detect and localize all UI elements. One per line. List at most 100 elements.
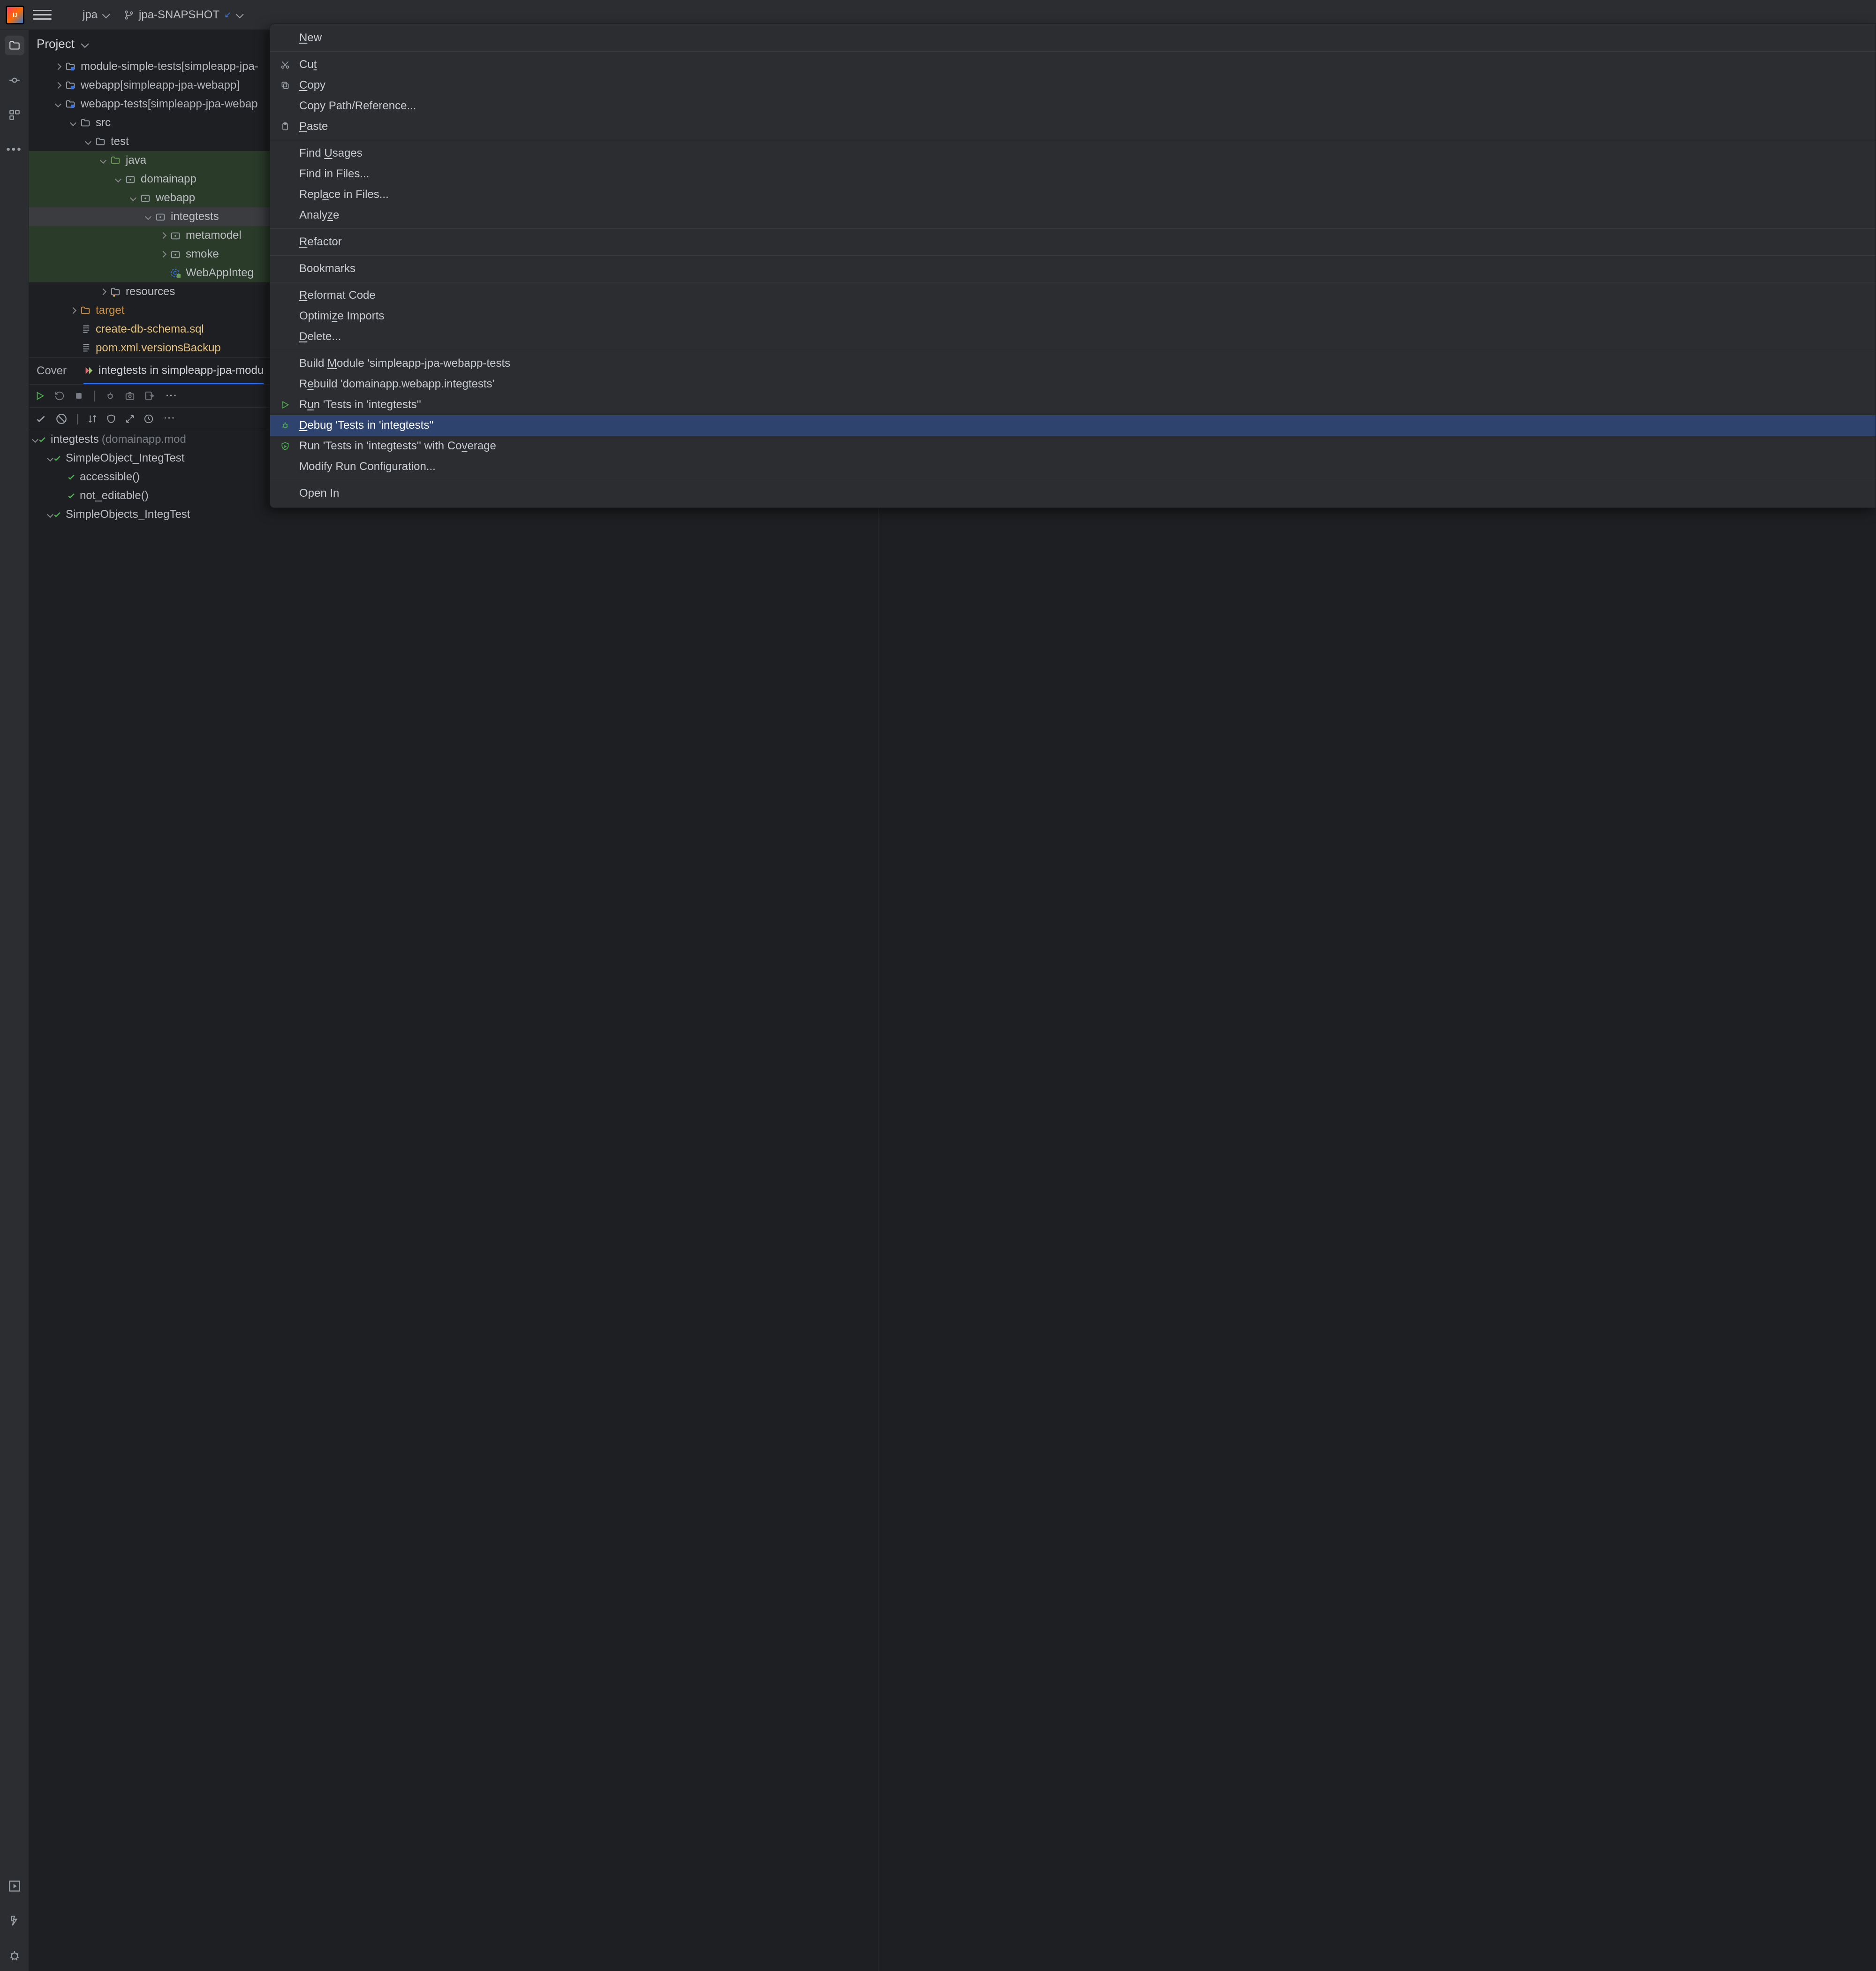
chevron-down-icon[interactable] <box>81 37 87 51</box>
debug-tool-button[interactable] <box>5 1946 24 1965</box>
menu-item[interactable]: Copy Path/Reference... <box>270 96 1876 116</box>
test-results: integtests (domainapp.mod922 msSimpleObj… <box>29 430 1876 1971</box>
pkg-icon <box>170 249 181 260</box>
structure-tool-button[interactable] <box>5 105 24 125</box>
debug-icon[interactable] <box>105 391 115 401</box>
menu-item[interactable]: Optimize Imports <box>270 306 1876 326</box>
menu-item[interactable]: Find in Files... <box>270 164 1876 184</box>
menu-separator <box>270 255 1876 256</box>
menu-label: Analyze <box>299 209 339 222</box>
folder-icon <box>80 117 91 129</box>
show-ignored-button[interactable] <box>55 413 68 425</box>
menu-item[interactable]: Bookmarks <box>270 258 1876 279</box>
expand-button[interactable] <box>125 414 135 424</box>
menu-item[interactable]: Delete... <box>270 326 1876 347</box>
blank-icon <box>280 379 291 390</box>
menu-item[interactable]: Run 'Tests in 'integtests'' <box>270 394 1876 415</box>
more-icon[interactable]: ⋮ <box>164 390 177 402</box>
menu-separator <box>270 228 1876 229</box>
pkg-icon <box>155 211 166 222</box>
test-tree[interactable]: integtests (domainapp.mod922 msSimpleObj… <box>29 430 878 1971</box>
tree-arrow[interactable] <box>144 212 153 221</box>
show-passed-button[interactable] <box>35 413 47 425</box>
menu-item[interactable]: Paste <box>270 116 1876 137</box>
blank-icon <box>280 168 291 180</box>
tree-arrow[interactable] <box>159 250 168 259</box>
tree-arrow[interactable] <box>129 193 138 203</box>
menu-label: Replace in Files... <box>299 188 389 201</box>
tree-arrow[interactable] <box>53 99 63 109</box>
sort-button[interactable] <box>87 414 98 424</box>
pkg-icon <box>125 174 136 185</box>
tree-arrow[interactable] <box>98 156 108 165</box>
tree-arrow[interactable] <box>33 437 38 442</box>
tree-arrow[interactable] <box>68 306 78 315</box>
screenshot-icon[interactable] <box>125 391 135 401</box>
menu-label: Build Module 'simpleapp-jpa-webapp-tests <box>299 357 510 370</box>
tab-cover[interactable]: Cover <box>37 358 67 384</box>
menu-label: Copy Path/Reference... <box>299 99 416 113</box>
project-tool-button[interactable] <box>5 36 24 55</box>
menu-item[interactable]: Open In <box>270 483 1876 504</box>
tree-arrow[interactable] <box>159 231 168 240</box>
tree-arrow[interactable] <box>83 137 93 146</box>
shield-button[interactable] <box>106 414 116 424</box>
blank-icon <box>280 210 291 221</box>
more-tool-button[interactable]: ••• <box>5 140 24 159</box>
menu-item[interactable]: Replace in Files... <box>270 184 1876 205</box>
menu-item[interactable]: Copy <box>270 75 1876 96</box>
tree-arrow[interactable] <box>53 62 63 71</box>
rerun-failed-button[interactable] <box>54 391 65 401</box>
tree-label: WebAppInteg <box>186 266 254 280</box>
project-selector[interactable]: jpa <box>79 7 112 23</box>
tree-arrow[interactable] <box>48 512 53 517</box>
tree-arrow[interactable] <box>48 456 53 461</box>
context-menu[interactable]: New Cut Copy Copy Path/Reference... Paste Fin… <box>270 23 1876 508</box>
rerun-button[interactable] <box>35 391 45 401</box>
blank-icon <box>280 236 291 248</box>
svg-text:C: C <box>173 271 177 276</box>
tree-arrow[interactable] <box>98 287 108 296</box>
menu-item[interactable]: Find Usages <box>270 143 1876 164</box>
run-tool-button[interactable] <box>5 1876 24 1896</box>
tree-label: resources <box>126 285 175 298</box>
menu-item[interactable]: Cut <box>270 54 1876 75</box>
tab-integtests[interactable]: integtests in simpleapp-jpa-modu <box>83 358 264 384</box>
blank-icon <box>280 263 291 274</box>
tree-arrow[interactable] <box>113 174 123 184</box>
run-icon <box>280 399 291 410</box>
console-output[interactable]: "C:\----Lineinclexcl <box>878 430 1876 1971</box>
incoming-icon: ↙ <box>224 10 231 20</box>
commit-tool-button[interactable] <box>5 70 24 90</box>
menu-item[interactable]: Analyze <box>270 205 1876 226</box>
history-button[interactable] <box>144 414 154 424</box>
menu-item[interactable]: Refactor <box>270 232 1876 252</box>
chevron-down-icon <box>236 8 242 22</box>
tree-label: metamodel <box>186 229 242 242</box>
more-icon[interactable]: ⋮ <box>162 412 175 425</box>
menu-label: Cut <box>299 58 317 71</box>
menu-item[interactable]: New <box>270 28 1876 48</box>
exit-icon[interactable] <box>144 391 155 401</box>
module-icon <box>65 61 76 72</box>
menu-item[interactable]: Run 'Tests in 'integtests'' with Coverag… <box>270 436 1876 456</box>
menu-label: Paste <box>299 120 328 133</box>
main-menu-button[interactable] <box>33 6 52 24</box>
tree-arrow[interactable] <box>53 81 63 90</box>
folder-icon <box>95 136 106 147</box>
copy-icon <box>280 80 291 91</box>
stop-button[interactable] <box>74 391 83 401</box>
test-row[interactable]: SimpleObjects_IntegTest <box>29 505 878 524</box>
menu-label: Find in Files... <box>299 167 369 181</box>
build-tool-button[interactable] <box>5 1911 24 1931</box>
git-branch-selector[interactable]: jpa-SNAPSHOT ↙ <box>120 7 245 23</box>
pkg-icon <box>140 192 151 204</box>
cut-icon <box>280 59 291 70</box>
tree-label: create-db-schema.sql <box>96 323 204 336</box>
menu-item[interactable]: Build Module 'simpleapp-jpa-webapp-tests <box>270 353 1876 374</box>
menu-item[interactable]: Modify Run Configuration... <box>270 456 1876 477</box>
menu-item[interactable]: Debug 'Tests in 'integtests'' <box>270 415 1876 436</box>
menu-item[interactable]: Reformat Code <box>270 285 1876 306</box>
tree-arrow[interactable] <box>68 118 78 128</box>
menu-item[interactable]: Rebuild 'domainapp.webapp.integtests' <box>270 374 1876 394</box>
